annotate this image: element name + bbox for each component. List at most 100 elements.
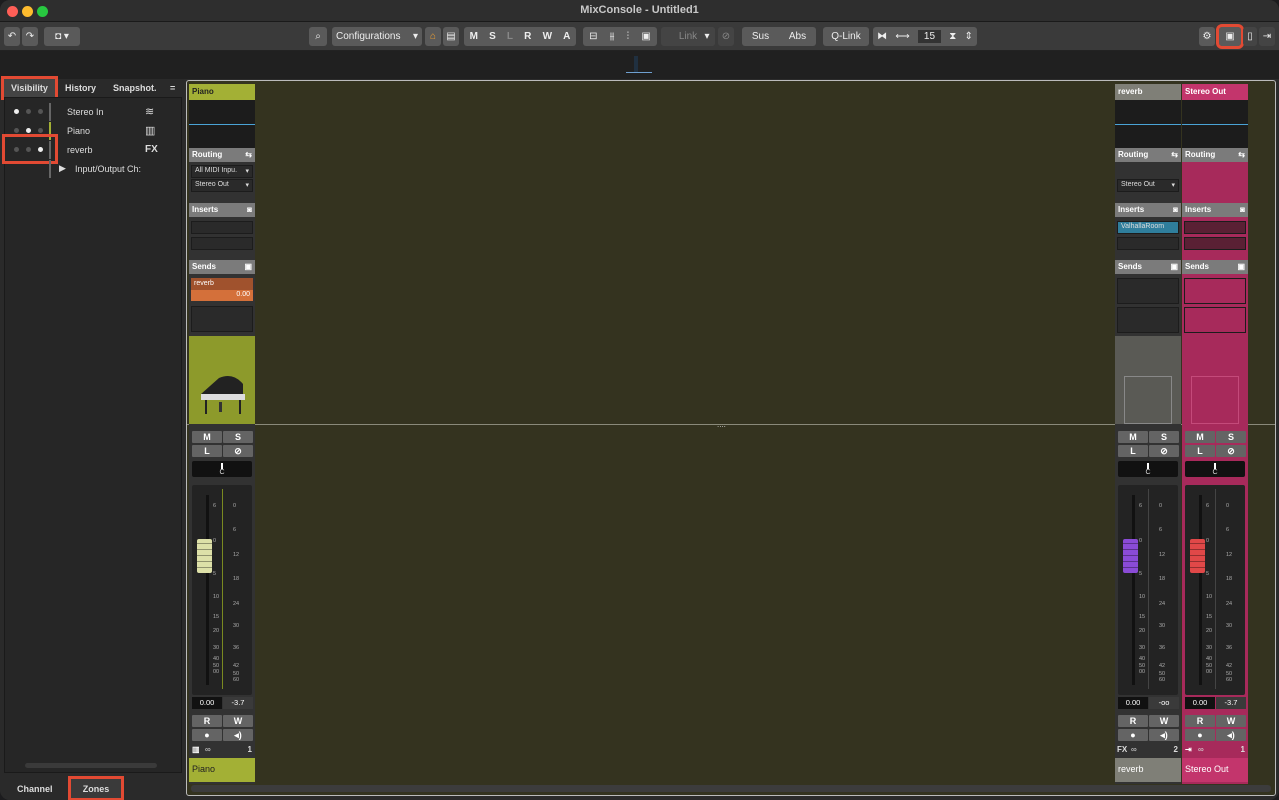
panel-menu-icon[interactable]: = <box>170 83 175 93</box>
mute-button[interactable]: M <box>192 431 222 443</box>
link-icon[interactable]: ∞ <box>205 745 211 754</box>
unlink-icon[interactable]: ⊘ <box>718 27 734 46</box>
global-listen-button[interactable]: L <box>507 31 513 42</box>
channel-name-label[interactable]: reverb <box>1115 758 1181 782</box>
eq-icon[interactable]: ⫶ <box>627 31 630 42</box>
sends-section[interactable]: Sends ▣ <box>189 260 255 274</box>
visibility-dot[interactable] <box>14 109 19 114</box>
tab-visibility[interactable]: Visibility <box>1 76 58 100</box>
pan-control[interactable]: C <box>192 461 252 477</box>
export-icon[interactable]: ⇥ <box>1259 27 1275 46</box>
read-automation-button[interactable]: R <box>192 715 222 727</box>
tab-history[interactable]: History <box>65 83 96 93</box>
monitor-icon[interactable]: ◂) <box>1149 729 1179 741</box>
channel-picture[interactable] <box>189 336 255 424</box>
listen-button[interactable]: L <box>1185 445 1215 457</box>
solo-button[interactable]: S <box>223 431 253 443</box>
left-zone-toggle-icon[interactable]: ▣ <box>1216 24 1244 49</box>
search-icon[interactable]: ⌕ <box>309 27 327 46</box>
qlink-button[interactable]: Q-Link <box>823 27 869 46</box>
peak-value[interactable]: -oo <box>1149 697 1179 709</box>
zone-dot[interactable] <box>38 147 43 152</box>
write-automation-button[interactable]: W <box>1216 715 1246 727</box>
volume-value[interactable]: 0.00 <box>1118 697 1148 709</box>
expand-channels-icon[interactable]: ⟷ <box>895 31 909 42</box>
send-slot[interactable] <box>191 306 253 332</box>
insert-slot[interactable]: ValhallaRoom <box>1117 221 1179 234</box>
read-automation-button[interactable]: R <box>1118 715 1148 727</box>
mute-button[interactable]: M <box>1118 431 1148 443</box>
global-solo-button[interactable]: S <box>489 31 496 42</box>
faders-icon[interactable]: ⫵ <box>610 31 615 42</box>
channel-header[interactable]: Piano <box>189 84 255 100</box>
read-automation-button[interactable]: R <box>1185 715 1215 727</box>
volume-fader[interactable] <box>1123 539 1138 573</box>
snapshot-camera-button[interactable]: ◘ ▾ <box>44 27 80 46</box>
link-icon[interactable]: ∞ <box>1198 745 1204 754</box>
right-zone-toggle-icon[interactable]: ▯ <box>1243 27 1257 46</box>
send-slot[interactable]: reverb <box>191 278 253 290</box>
disclosure-triangle-icon[interactable]: ▶ <box>59 163 66 174</box>
inserts-bypass-icon[interactable]: ◙ <box>247 205 252 214</box>
monitor-icon[interactable]: ◂) <box>1216 729 1246 741</box>
solo-button[interactable]: S <box>1149 431 1179 443</box>
visibility-dot[interactable] <box>14 128 19 133</box>
zone-dot[interactable] <box>38 109 43 114</box>
listen-button[interactable]: L <box>192 445 222 457</box>
send-slot[interactable] <box>1184 307 1246 333</box>
phase-icon[interactable]: ⊘ <box>223 445 253 457</box>
tab-snapshots[interactable]: Snapshot. <box>113 83 157 93</box>
phase-icon[interactable]: ⊘ <box>1216 445 1246 457</box>
volume-value[interactable]: 0.00 <box>192 697 222 709</box>
abs-button[interactable]: Abs <box>789 31 806 42</box>
insert-slot[interactable] <box>1117 237 1179 250</box>
configurations-dropdown[interactable]: Configurations ▾ <box>332 27 422 46</box>
sus-button[interactable]: Sus <box>752 31 769 42</box>
record-enable-icon[interactable]: ● <box>1185 729 1215 741</box>
phase-icon[interactable]: ⊘ <box>1149 445 1179 457</box>
horizontal-scrollbar[interactable] <box>191 785 1271 792</box>
send-level[interactable]: 0.00 <box>191 290 253 301</box>
zone-dot[interactable] <box>26 109 31 114</box>
peak-value[interactable]: -3.7 <box>1216 697 1246 709</box>
routing-section[interactable]: Routing ⇆ <box>1182 148 1248 162</box>
volume-fader[interactable] <box>197 539 212 573</box>
sends-bypass-icon[interactable]: ▣ <box>1237 262 1245 271</box>
channel-picture[interactable] <box>1115 336 1181 424</box>
list-scrollbar[interactable] <box>25 763 157 768</box>
inserts-bypass-icon[interactable]: ◙ <box>1173 205 1178 214</box>
send-slot[interactable] <box>1117 307 1179 333</box>
insert-slot[interactable] <box>191 221 253 234</box>
global-write-button[interactable]: W <box>543 31 552 42</box>
inserts-bypass-icon[interactable]: ◙ <box>1240 205 1245 214</box>
rack-icon[interactable]: ▤ <box>443 27 459 46</box>
divider-handle-icon[interactable]: .... <box>717 420 726 429</box>
channel-picture[interactable] <box>1182 336 1248 424</box>
channel-width-value[interactable]: 15 <box>917 30 942 43</box>
channel-filter-icon[interactable]: ⌂ <box>425 27 441 46</box>
volume-fader[interactable] <box>1190 539 1205 573</box>
output-routing-select[interactable]: Stereo Out ▾ <box>191 179 253 192</box>
redo-icon[interactable]: ↷ <box>22 27 38 46</box>
listen-button[interactable]: L <box>1118 445 1148 457</box>
pan-control[interactable]: C <box>1118 461 1178 477</box>
list-item[interactable]: ▶ Input/Output Ch: <box>5 160 181 178</box>
inserts-section[interactable]: Inserts ◙ <box>1115 203 1181 217</box>
input-routing-select[interactable]: All MIDI Inpu. ▾ <box>191 165 253 178</box>
send-slot[interactable] <box>1184 278 1246 304</box>
undo-icon[interactable]: ↶ <box>4 27 20 46</box>
rack-fader-divider[interactable] <box>187 424 1275 425</box>
inserts-section[interactable]: Inserts ◙ <box>1182 203 1248 217</box>
channel-header[interactable]: Stereo Out <box>1182 84 1248 100</box>
routing-section[interactable]: Routing ⇆ <box>189 148 255 162</box>
zone-dot[interactable] <box>26 147 31 152</box>
insert-slot[interactable] <box>191 237 253 250</box>
tab-channel[interactable]: Channel <box>17 784 53 794</box>
sends-section[interactable]: Sends ▣ <box>1182 260 1248 274</box>
visibility-dot[interactable] <box>14 147 19 152</box>
global-read-button[interactable]: R <box>524 31 531 42</box>
list-item[interactable]: Stereo In ≋ <box>5 103 181 121</box>
fit-height-icon[interactable]: ⧗ <box>949 31 956 42</box>
insert-slot[interactable] <box>1184 221 1246 234</box>
pan-control[interactable]: C <box>1185 461 1245 477</box>
